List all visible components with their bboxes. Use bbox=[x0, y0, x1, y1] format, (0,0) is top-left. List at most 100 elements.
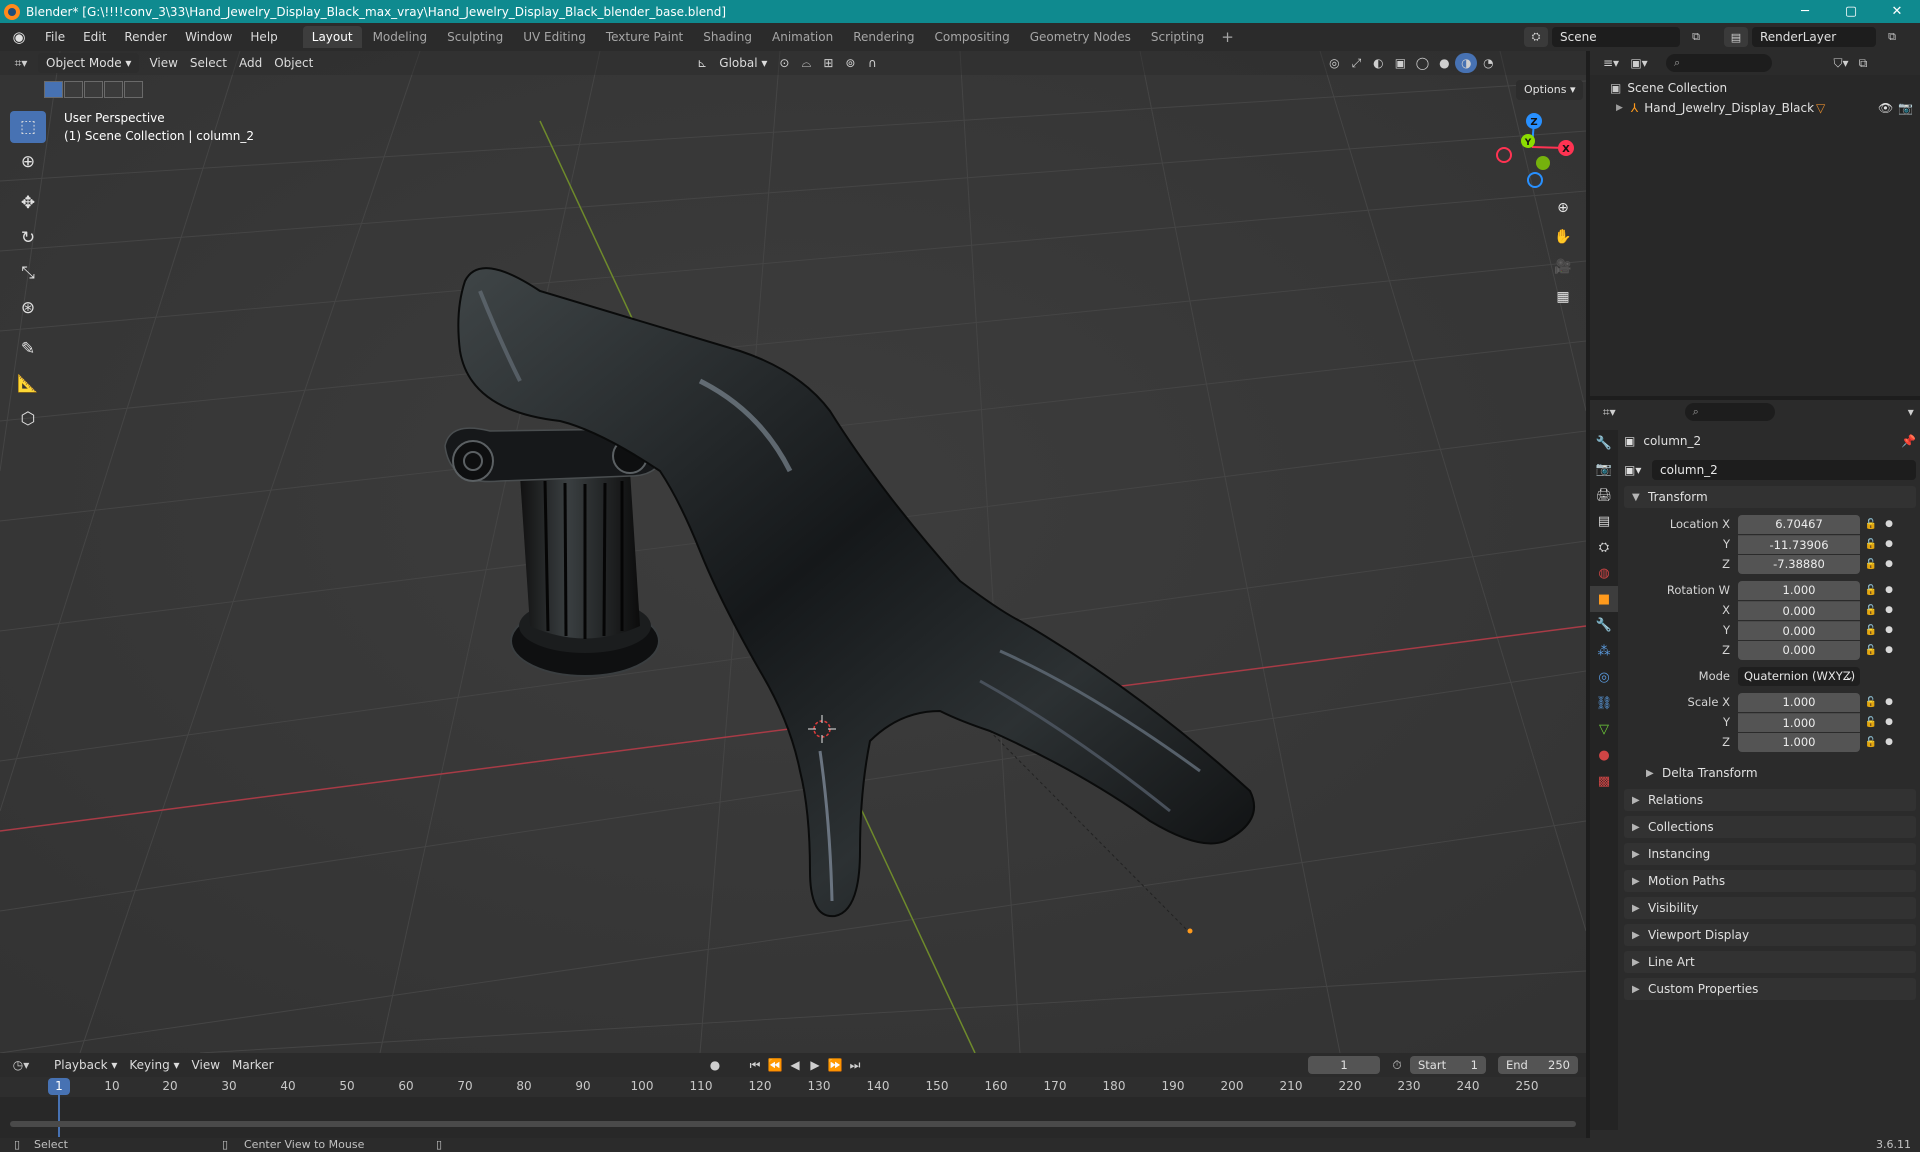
object-mode-dropdown[interactable]: Object Mode ▾ bbox=[38, 53, 140, 73]
instancing-panel-header[interactable]: ▶ Instancing bbox=[1624, 843, 1916, 865]
pivot-point-icon[interactable]: ⊙ bbox=[773, 53, 795, 73]
tool-tab-icon[interactable]: 🔧 bbox=[1590, 430, 1618, 456]
rotation-x-field[interactable]: 0.000 bbox=[1738, 600, 1860, 620]
gizmo-toggle-icon[interactable]: ⤢ bbox=[1345, 53, 1367, 73]
texture-tab-icon[interactable]: ▩ bbox=[1590, 768, 1618, 794]
new-collection-icon[interactable]: ⧉ bbox=[1852, 53, 1874, 73]
camera-render-icon[interactable]: 📷 bbox=[1898, 101, 1913, 115]
render-layer-field[interactable]: RenderLayer bbox=[1752, 27, 1876, 47]
outliner-item-hand[interactable]: ▶ ⅄ Hand_Jewelry_Display_Black ▽ 👁 📷 bbox=[1590, 98, 1920, 118]
scale-y-field[interactable]: 1.000 bbox=[1738, 712, 1860, 732]
visibility-icon[interactable]: ◎ bbox=[1323, 53, 1345, 73]
location-x-field[interactable]: 6.70467 bbox=[1738, 514, 1860, 534]
jump-next-keyframe-icon[interactable]: ⏩ bbox=[824, 1055, 846, 1075]
lock-icon[interactable]: 🔓 bbox=[1860, 585, 1882, 596]
viewport-menu-view[interactable]: View bbox=[143, 53, 183, 73]
wireframe-shading-icon[interactable]: ◯ bbox=[1411, 53, 1433, 73]
object-name-field[interactable]: column_2 bbox=[1652, 460, 1916, 480]
snap-target-icon[interactable]: ⊞ bbox=[817, 53, 839, 73]
keyframe-dot-icon[interactable]: ● bbox=[1882, 539, 1896, 549]
3d-viewport[interactable]: Z X Y ⌗▾ Object Mode ▾ View Select Add O… bbox=[0, 51, 1586, 1053]
viewport-display-panel-header[interactable]: ▶ Viewport Display bbox=[1624, 924, 1916, 946]
outliner-editor-icon[interactable]: ≡▾ bbox=[1600, 53, 1622, 73]
record-keyframe-icon[interactable]: ● bbox=[704, 1055, 726, 1075]
keyframe-dot-icon[interactable]: ● bbox=[1882, 645, 1896, 655]
timeline-scrollbar[interactable] bbox=[10, 1121, 1576, 1127]
eye-icon[interactable]: 👁 bbox=[1878, 101, 1893, 115]
collections-panel-header[interactable]: ▶ Collections bbox=[1624, 816, 1916, 838]
stopwatch-icon[interactable]: ⏱ bbox=[1386, 1055, 1408, 1075]
marker-menu[interactable]: Marker bbox=[226, 1055, 279, 1075]
camera-view-icon[interactable]: 🎥 bbox=[1550, 254, 1576, 280]
keyframe-dot-icon[interactable]: ● bbox=[1882, 559, 1896, 569]
lock-icon[interactable]: 🔓 bbox=[1860, 539, 1882, 550]
play-icon[interactable]: ▶ bbox=[804, 1055, 826, 1075]
select-invert-icon[interactable] bbox=[104, 81, 123, 98]
play-reverse-icon[interactable]: ◀ bbox=[784, 1055, 806, 1075]
lock-icon[interactable]: 🔓 bbox=[1860, 645, 1882, 656]
tab-animation[interactable]: Animation bbox=[763, 26, 842, 48]
modifier-tab-icon[interactable]: 🔧 bbox=[1590, 612, 1618, 638]
current-frame-field[interactable]: 1 bbox=[1308, 1056, 1380, 1074]
scale-z-field[interactable]: 1.000 bbox=[1738, 732, 1860, 752]
transform-icon[interactable]: ⊛ bbox=[10, 292, 46, 324]
move-icon[interactable]: ✥ bbox=[10, 187, 46, 219]
playback-menu[interactable]: Playback ▾ bbox=[48, 1055, 123, 1075]
timeline-view-menu[interactable]: View bbox=[186, 1055, 226, 1075]
new-scene-icon[interactable]: ⧉ bbox=[1684, 27, 1708, 47]
keying-menu[interactable]: Keying ▾ bbox=[123, 1055, 185, 1075]
timeline-ruler[interactable]: 1 10 20 30 40 50 60 70 80 90 100 110 120… bbox=[0, 1077, 1586, 1097]
viewport-menu-add[interactable]: Add bbox=[233, 53, 268, 73]
rotation-z-field[interactable]: 0.000 bbox=[1738, 640, 1860, 660]
overlay-toggle-icon[interactable]: ◐ bbox=[1367, 53, 1389, 73]
location-y-field[interactable]: -11.73906 bbox=[1738, 534, 1860, 554]
lock-icon[interactable]: 🔓 bbox=[1860, 605, 1882, 616]
world-tab-icon[interactable]: ◍ bbox=[1590, 560, 1618, 586]
properties-search-input[interactable]: ⌕ bbox=[1684, 403, 1776, 421]
select-box-icon[interactable]: ⬚ bbox=[10, 111, 46, 143]
new-layer-icon[interactable]: ⧉ bbox=[1880, 27, 1904, 47]
tab-rendering[interactable]: Rendering bbox=[844, 26, 923, 48]
close-button[interactable]: ✕ bbox=[1874, 0, 1920, 23]
tab-scripting[interactable]: Scripting bbox=[1142, 26, 1213, 48]
delta-transform-header[interactable]: ▶ Delta Transform bbox=[1638, 762, 1916, 784]
tab-compositing[interactable]: Compositing bbox=[925, 26, 1018, 48]
display-mode-icon[interactable]: ▣▾ bbox=[1628, 53, 1650, 73]
location-z-field[interactable]: -7.38880 bbox=[1738, 554, 1860, 574]
ortho-grid-icon[interactable]: ▦ bbox=[1550, 284, 1576, 310]
scene-name-field[interactable]: Scene bbox=[1552, 27, 1680, 47]
scale-icon[interactable]: ⤡ bbox=[10, 257, 46, 289]
constraints-tab-icon[interactable]: ⛓ bbox=[1590, 690, 1618, 716]
physics-tab-icon[interactable]: ◎ bbox=[1590, 664, 1618, 690]
solid-shading-icon[interactable]: ● bbox=[1433, 53, 1455, 73]
end-frame-field[interactable]: End 250 bbox=[1498, 1056, 1578, 1074]
jump-prev-keyframe-icon[interactable]: ⏪ bbox=[764, 1055, 786, 1075]
select-subtract-icon[interactable] bbox=[84, 81, 103, 98]
menu-render[interactable]: Render bbox=[115, 26, 176, 48]
tab-sculpting[interactable]: Sculpting bbox=[438, 26, 512, 48]
add-workspace-button[interactable]: + bbox=[1213, 28, 1242, 46]
blender-logo-icon[interactable]: ◉ bbox=[8, 26, 30, 48]
menu-window[interactable]: Window bbox=[176, 26, 241, 48]
lock-icon[interactable]: 🔓 bbox=[1860, 519, 1882, 530]
transform-orientation-dropdown[interactable]: Global ▾ bbox=[713, 53, 773, 73]
lock-icon[interactable]: 🔓 bbox=[1860, 625, 1882, 636]
zoom-icon[interactable]: ⊕ bbox=[1550, 195, 1576, 221]
visibility-panel-header[interactable]: ▶ Visibility bbox=[1624, 897, 1916, 919]
rendered-shading-icon[interactable]: ◔ bbox=[1477, 53, 1499, 73]
pan-hand-icon[interactable]: ✋ bbox=[1550, 224, 1576, 250]
menu-edit[interactable]: Edit bbox=[74, 26, 115, 48]
pin-icon[interactable]: 📌 bbox=[1901, 434, 1916, 448]
tab-texture-paint[interactable]: Texture Paint bbox=[597, 26, 692, 48]
render-layer-icon[interactable]: ▤ bbox=[1724, 27, 1748, 47]
jump-end-icon[interactable]: ⏭ bbox=[844, 1055, 866, 1075]
keyframe-dot-icon[interactable]: ● bbox=[1882, 697, 1896, 707]
outliner-search-input[interactable]: ⌕ bbox=[1666, 54, 1772, 72]
menu-file[interactable]: File bbox=[36, 26, 74, 48]
scene-tab-icon[interactable]: ⛭ bbox=[1590, 534, 1618, 560]
select-intersect-icon[interactable] bbox=[124, 81, 143, 98]
add-cube-icon[interactable]: ⬡ bbox=[10, 403, 46, 435]
tab-modeling[interactable]: Modeling bbox=[364, 26, 437, 48]
scene-selector-icon[interactable]: ⛭ bbox=[1524, 27, 1548, 47]
start-frame-field[interactable]: Start 1 bbox=[1410, 1056, 1486, 1074]
